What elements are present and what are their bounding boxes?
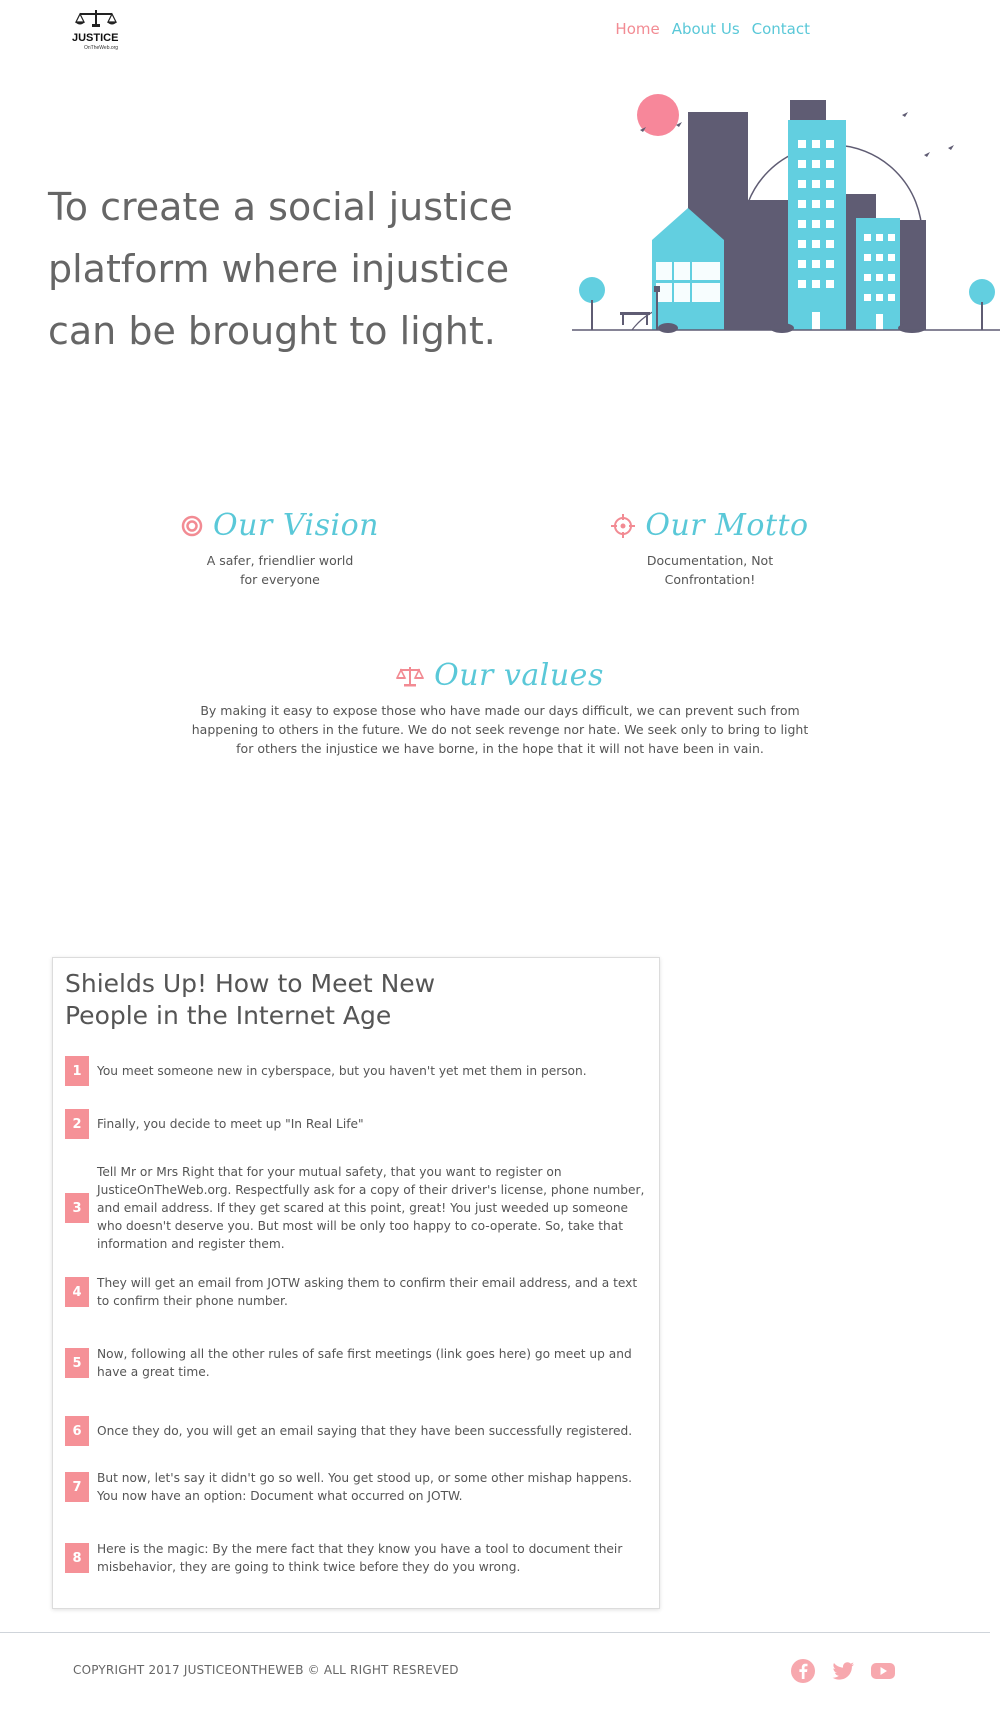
step-number: 5 [65,1348,89,1378]
values-title: Our values [434,658,604,693]
step-text: Now, following all the other rules of sa… [97,1347,632,1379]
step-text: Once they do, you will get an email sayi… [97,1424,633,1438]
footer-divider [0,1632,990,1633]
target-icon [181,515,203,536]
social-links [790,1658,896,1684]
step-number: 4 [65,1277,89,1307]
guide-step: 8 Here is the magic: By the mere fact th… [65,1540,645,1576]
guide-step: 2 Finally, you decide to meet up "In Rea… [65,1109,645,1139]
step-number: 3 [65,1193,89,1223]
motto-title: Our Motto [645,508,809,543]
guide-step: 7 But now, let's say it didn't go so wel… [65,1469,645,1505]
youtube-icon[interactable] [870,1658,896,1684]
step-number: 7 [65,1472,89,1502]
nav-contact[interactable]: Contact [752,20,810,38]
facebook-icon[interactable] [790,1658,816,1684]
step-text: Finally, you decide to meet up "In Real … [97,1117,364,1131]
copyright-text: COPYRIGHT 2017 JUSTICEONTHEWEB © ALL RIG… [73,1663,459,1677]
step-number: 6 [65,1416,89,1446]
guide-step: 1 You meet someone new in cyberspace, bu… [65,1056,645,1086]
vision-text: A safer, friendlier world for everyone [206,553,354,587]
guide-step: 5 Now, following all the other rules of … [65,1345,645,1381]
logo-text: JUSTICE [72,32,119,44]
scales-icon [396,666,425,686]
motto-text: Documentation, Not Confrontation! [646,553,774,587]
vision-section: Our Vision A safer, friendlier world for… [170,508,390,589]
meeting-guide-card: Shields Up! How to Meet New People in th… [52,957,660,1609]
step-text: Tell Mr or Mrs Right that for your mutua… [97,1165,645,1251]
site-logo[interactable]: JUSTICE OnTheWeb.org [66,8,126,51]
twitter-icon[interactable] [830,1658,856,1684]
values-section: Our values By making it easy to expose t… [190,658,810,758]
city-illustration [572,90,1000,360]
guide-title: Shields Up! How to Meet New People in th… [65,969,436,1030]
guide-step: 6 Once they do, you will get an email sa… [65,1416,645,1446]
values-text: By making it easy to expose those who ha… [191,703,809,756]
vision-title: Our Vision [213,508,379,543]
step-text: But now, let's say it didn't go so well.… [97,1471,633,1503]
step-number: 8 [65,1543,89,1573]
motto-section: Our Motto Documentation, Not Confrontati… [610,508,810,589]
guide-step: 3 Tell Mr or Mrs Right that for your mut… [65,1163,645,1253]
crosshair-icon [611,513,636,538]
hero-title: To create a social justice platform wher… [48,185,513,353]
step-number: 1 [65,1056,89,1086]
guide-step: 4 They will get an email from JOTW askin… [65,1274,645,1310]
city-buildings-icon [572,94,1000,333]
step-number: 2 [65,1109,89,1139]
main-nav: Home About Us Contact [615,20,810,38]
nav-home[interactable]: Home [615,20,659,38]
nav-about-us[interactable]: About Us [672,20,740,38]
step-text: They will get an email from JOTW asking … [97,1276,638,1308]
step-text: Here is the magic: By the mere fact that… [97,1542,623,1574]
step-text: You meet someone new in cyberspace, but … [97,1064,587,1078]
logo-subtext: OnTheWeb.org [84,45,119,51]
